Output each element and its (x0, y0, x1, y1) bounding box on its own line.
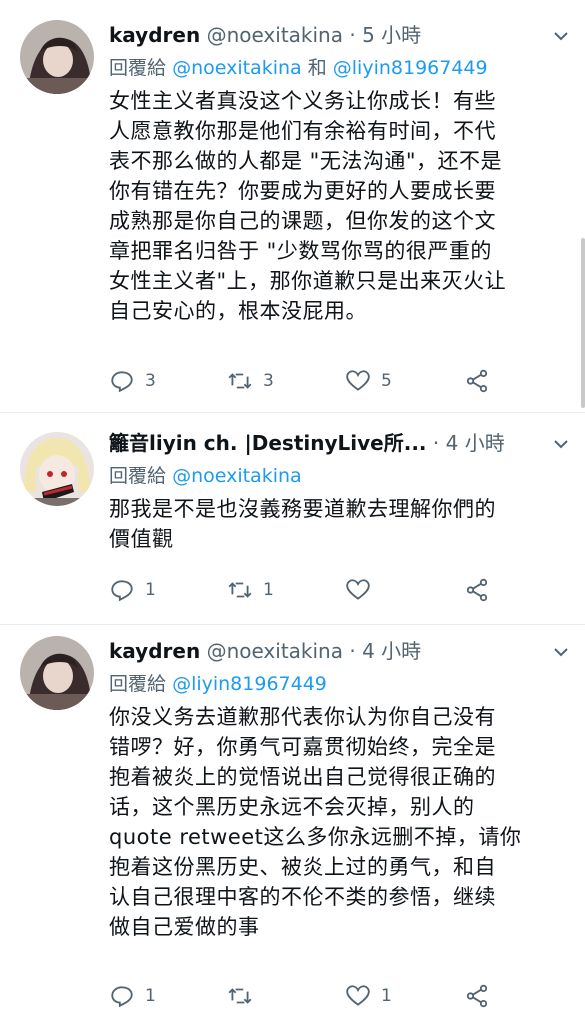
tweet-text: 女性主义者真没这个义务让你成长！有些 人愿意教你那是他们有余裕有时间，不代 表不… (109, 86, 571, 326)
like-button[interactable]: 5 (345, 365, 392, 397)
tweet[interactable]: kaydren @noexitakina · 5 小時 回覆給 @noexita… (0, 0, 585, 413)
display-name[interactable]: kaydren (109, 639, 200, 663)
text-line: quote retweet这么多你永远删不掉，请你 (109, 825, 522, 849)
text-line: 抱着被炎上的觉悟说出自己觉得很正确的 (109, 765, 496, 789)
tweet-text: 你没义务去道歉那代表你认为你自己没有 错啰？好，你勇气可嘉贯彻始终，完全是 抱着… (109, 702, 571, 942)
like-count: 5 (381, 371, 392, 391)
like-count: 1 (381, 986, 392, 1006)
like-button[interactable]: 1 (345, 980, 392, 1012)
reply-count: 1 (145, 986, 156, 1006)
text-line: 女性主义者真没这个义务让你成长！有些 (109, 89, 496, 113)
caret-down-icon[interactable] (551, 22, 571, 42)
reply-button[interactable]: 1 (109, 980, 156, 1012)
caret-down-icon[interactable] (551, 638, 571, 658)
like-icon (346, 370, 370, 391)
text-line: 做自己爱做的事 (109, 915, 260, 939)
like-icon (346, 579, 370, 600)
text-line: 表不那么做的人都是 "无法沟通"，还不是 (109, 149, 502, 173)
timestamp[interactable]: 4 小時 (362, 639, 421, 663)
avatar[interactable] (20, 636, 94, 710)
reply-context: 回覆給 @liyin81967449 (109, 668, 571, 700)
reply-context: 回覆給 @noexitakina 和 @liyin81967449 (109, 52, 571, 84)
share-icon (466, 578, 488, 602)
mention-link[interactable]: @noexitakina (172, 465, 302, 487)
share-button[interactable] (464, 980, 490, 1012)
reply-prefix: 回覆給 (109, 673, 167, 695)
text-line: 你有错在先？你要成为更好的人要成长要 (109, 179, 496, 203)
display-name[interactable]: kaydren (109, 23, 200, 47)
share-button[interactable] (464, 574, 490, 606)
mention-link[interactable]: @noexitakina (172, 57, 302, 79)
timestamp[interactable]: 5 小時 (362, 23, 421, 47)
display-name[interactable]: 籬音liyin ch. |DestinyLive所... (109, 431, 427, 455)
text-line: 價值觀 (109, 527, 174, 551)
timestamp[interactable]: 4 小時 (446, 431, 505, 455)
separator-dot: · (349, 23, 356, 47)
user-handle[interactable]: @noexitakina (207, 639, 343, 663)
retweet-icon (228, 373, 252, 389)
reply-prefix: 回覆給 (109, 465, 167, 487)
tweet-header: 籬音liyin ch. |DestinyLive所... · 4 小時 (109, 426, 571, 460)
retweet-count: 1 (263, 580, 274, 600)
retweet-count: 3 (263, 371, 274, 391)
text-line: 话，这个黑历史永远不会灭掉，别人的 (109, 795, 475, 819)
reply-button[interactable]: 3 (109, 365, 156, 397)
separator-dot: · (349, 639, 356, 663)
retweet-button[interactable]: 3 (227, 365, 274, 397)
retweet-button[interactable]: 1 (227, 574, 274, 606)
caret-down-icon[interactable] (551, 430, 571, 450)
reply-context: 回覆給 @noexitakina (109, 460, 571, 492)
retweet-icon (228, 582, 252, 598)
text-line: 错啰？好，你勇气可嘉贯彻始终，完全是 (109, 735, 496, 759)
text-line: 抱着这份黑历史、被炎上过的勇气，和自 (109, 855, 496, 879)
mention-link[interactable]: @liyin81967449 (333, 57, 488, 79)
reply-count: 1 (145, 580, 156, 600)
text-line: 自己安心的，根本没屁用。 (109, 299, 367, 323)
separator-dot: · (432, 431, 440, 455)
share-icon (466, 984, 488, 1008)
text-line: 成熟那是你自己的课题，但你发的这个文 (109, 209, 496, 233)
reply-count: 3 (145, 371, 156, 391)
text-line: 认自己很理中客的不伦不类的参悟，继续 (109, 885, 496, 909)
retweet-button[interactable] (227, 980, 263, 1012)
tweet-header: kaydren @noexitakina · 4 小時 (109, 634, 571, 668)
user-handle[interactable]: @noexitakina (207, 23, 343, 47)
mention-joiner: 和 (307, 57, 327, 79)
reply-icon (111, 371, 133, 393)
share-icon (466, 369, 488, 393)
text-line: 那我是不是也沒義務要道歉去理解你們的 (109, 497, 496, 521)
text-line: 你没义务去道歉那代表你认为你自己没有 (109, 705, 496, 729)
reply-icon (111, 986, 133, 1008)
retweet-icon (228, 988, 252, 1004)
tweet[interactable]: 籬音liyin ch. |DestinyLive所... · 4 小時 回覆給 … (0, 412, 585, 625)
tweet[interactable]: kaydren @noexitakina · 4 小時 回覆給 @liyin81… (0, 624, 585, 1024)
action-bar: 3 3 5 (109, 365, 571, 397)
like-button[interactable] (345, 574, 381, 606)
mention-link[interactable]: @liyin81967449 (172, 673, 327, 695)
reply-thread: kaydren @noexitakina · 5 小時 回覆給 @noexita… (0, 0, 585, 1024)
reply-prefix: 回覆給 (109, 57, 167, 79)
text-line: 女性主义者"上，那你道歉只是出来灭火让 (109, 269, 507, 293)
action-bar: 1 1 (109, 574, 571, 606)
action-bar: 1 1 (109, 980, 571, 1012)
avatar[interactable] (20, 20, 94, 94)
like-icon (346, 985, 370, 1006)
reply-icon (111, 580, 133, 602)
tweet-text: 那我是不是也沒義務要道歉去理解你們的 價值觀 (109, 494, 571, 554)
tweet-header: kaydren @noexitakina · 5 小時 (109, 18, 571, 52)
avatar[interactable] (20, 432, 94, 506)
text-line: 章把罪名归咎于 "少数骂你骂的很严重的 (109, 239, 492, 263)
text-line: 人愿意教你那是他们有余裕有时间，不代 (109, 119, 496, 143)
reply-button[interactable]: 1 (109, 574, 156, 606)
share-button[interactable] (464, 365, 490, 397)
